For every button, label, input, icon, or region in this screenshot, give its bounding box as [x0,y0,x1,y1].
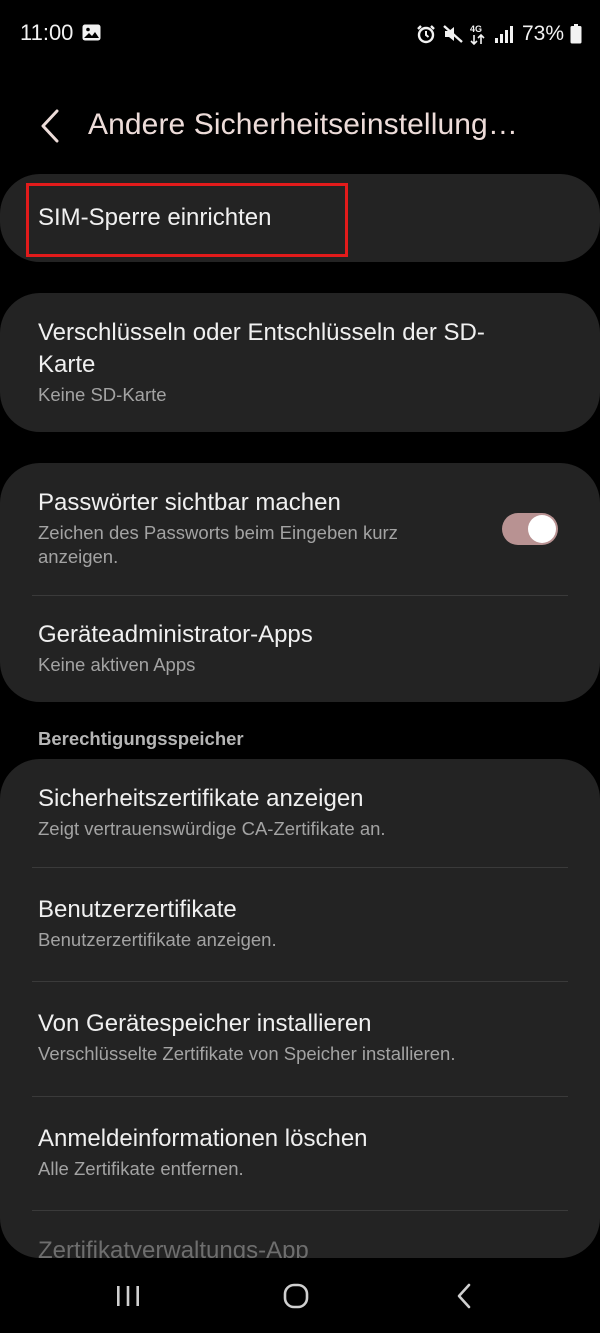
back-button[interactable] [28,104,72,148]
divider [32,981,568,982]
list-item-security-certs[interactable]: Sicherheitszertifikate anzeigen Zeigt ve… [0,783,600,841]
item-title: Sicherheitszertifikate anzeigen [38,785,364,812]
divider [32,1096,568,1097]
home-button[interactable] [266,1276,326,1316]
toggle-knob [528,515,556,543]
list-item-user-certs[interactable]: Benutzerzertifikate Benutzerzertifikate … [0,894,600,952]
mute-icon [443,25,463,43]
item-subtitle: Alle Zertifikate entfernen. [38,1158,244,1179]
item-title: Zertifikatverwaltungs-App [38,1237,309,1258]
show-passwords-title: Passwörter sichtbar machen [38,489,341,516]
item-title: Anmeldeinformationen löschen [38,1125,368,1152]
image-icon [82,24,101,41]
sd-card-card: Verschlüsseln oder Entschlüsseln der SD-… [0,293,600,432]
network-label: 4G [470,24,482,34]
item-subtitle: Benutzerzertifikate anzeigen. [38,929,277,950]
nav-back-button[interactable] [434,1276,494,1316]
device-admin-subtitle: Keine aktiven Apps [38,654,196,675]
sd-encrypt-subtitle: Keine SD-Karte [38,384,167,405]
device-admin-title: Geräteadministrator-Apps [38,621,313,648]
back-icon [457,1283,471,1309]
signal-icon [494,26,513,43]
status-bar: 11:00 4G 73% [0,0,600,68]
app-header: Andere Sicherheitseinstellung… [0,100,600,152]
navigation-bar [0,1258,600,1333]
item-title: Von Gerätespeicher installieren [38,1010,372,1037]
item-subtitle: Verschlüsselte Zertifikate von Speicher … [38,1043,456,1064]
recent-apps-button[interactable] [98,1276,158,1316]
show-passwords-toggle[interactable] [502,513,558,545]
credential-storage-card: Sicherheitszertifikate anzeigen Zeigt ve… [0,759,600,1258]
battery-percent: 73% [521,22,564,45]
list-item-clear-credentials[interactable]: Anmeldeinformationen löschen Alle Zertif… [0,1123,600,1181]
recent-apps-icon [117,1286,139,1306]
battery-icon [570,24,582,44]
highlight-box [26,183,348,257]
home-icon [283,1283,309,1309]
status-time: 11:00 [20,20,74,45]
4g-data-icon: 4G [470,24,485,45]
device-admin-item[interactable]: Geräteadministrator-Apps Keine aktiven A… [0,595,600,677]
item-subtitle: Zeigt vertrauenswürdige CA-Zertifikate a… [38,818,386,839]
section-label-credential-storage: Berechtigungsspeicher [38,728,244,749]
divider [32,867,568,868]
item-title: Benutzerzertifikate [38,896,237,923]
alarm-icon [417,25,435,44]
list-item-cert-manager-app[interactable]: Zertifikatverwaltungs-App [0,1235,600,1258]
divider [32,1210,568,1211]
passwords-admin-card: Passwörter sichtbar machen Zeichen des P… [0,463,600,702]
list-item-install-from-storage[interactable]: Von Gerätespeicher installieren Verschlü… [0,1008,600,1066]
sd-encrypt-title: Verschlüsseln oder Entschlüsseln der SD-… [38,319,485,378]
sd-encrypt-item[interactable]: Verschlüsseln oder Entschlüsseln der SD-… [0,293,600,407]
chevron-left-icon [41,109,59,143]
page-title: Andere Sicherheitseinstellung… [88,108,518,141]
status-icons: 4G 73% [416,20,582,48]
show-passwords-subtitle: Zeichen des Passworts beim Eingeben kurz… [38,522,398,567]
